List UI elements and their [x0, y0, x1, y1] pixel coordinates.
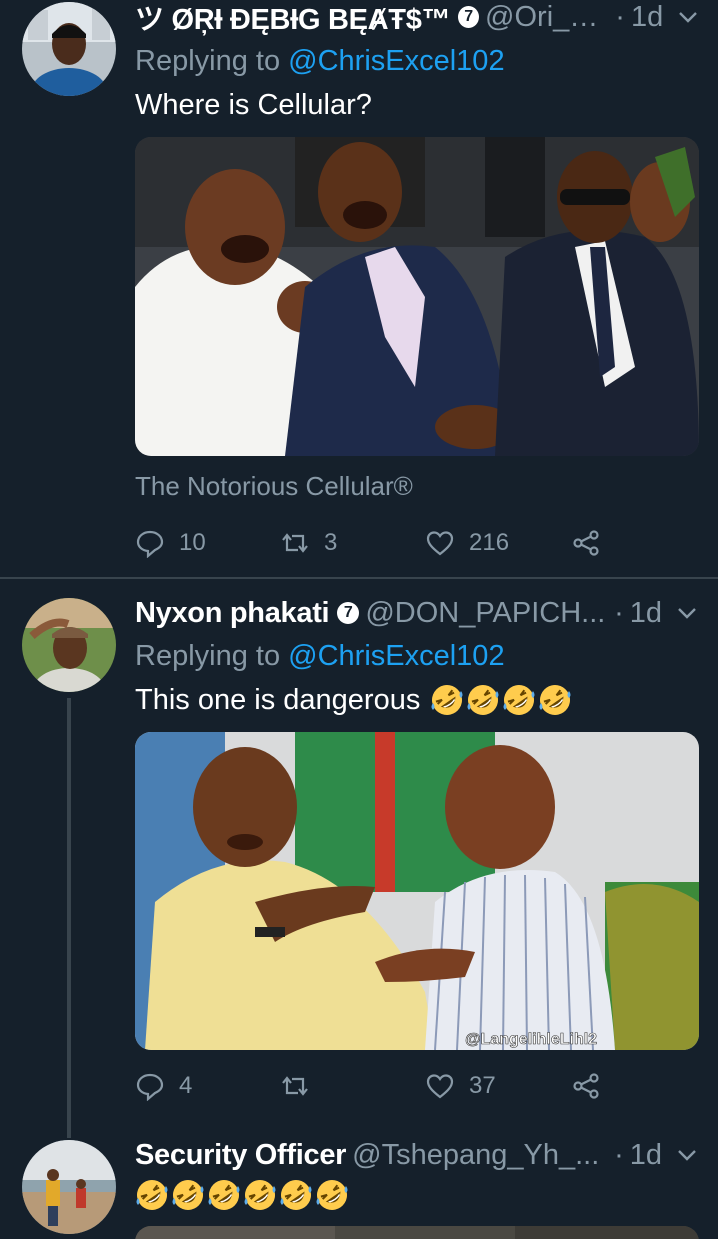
timestamp[interactable]: 1d	[630, 597, 662, 630]
chevron-down-icon[interactable]	[677, 6, 698, 28]
reply-mention-link[interactable]: @ChrisExcel102	[288, 45, 504, 77]
like-button[interactable]: 216	[425, 526, 509, 560]
chevron-down-icon[interactable]	[676, 1144, 698, 1166]
tweet-image[interactable]	[135, 137, 699, 456]
tweet-actions: 4 37	[135, 1069, 605, 1103]
separator-dot: ·	[614, 596, 624, 629]
reply-mention-link[interactable]: @ChrisExcel102	[288, 640, 504, 672]
emoji-row	[135, 1178, 351, 1212]
rofl-emoji-icon	[208, 1180, 240, 1210]
emoji-row	[430, 683, 574, 717]
tweet-text-body: This one is dangerous	[135, 683, 421, 716]
rofl-emoji-icon	[280, 1180, 312, 1210]
rofl-emoji-icon	[172, 1180, 204, 1210]
replying-to: Replying to @ChrisExcel102	[135, 45, 505, 78]
comment-bubble-icon	[136, 530, 164, 558]
reply-count: 10	[179, 529, 206, 556]
comment-bubble-icon	[136, 1073, 164, 1101]
like-count: 37	[469, 1072, 496, 1099]
verified-badge: 7	[458, 6, 480, 28]
like-count: 216	[469, 529, 510, 556]
share-button[interactable]	[571, 526, 615, 560]
user-handle[interactable]: @DON_PAPICH...	[365, 597, 606, 630]
tweet-image[interactable]: @LangelihleLihl2	[135, 732, 699, 1050]
timestamp[interactable]: 1d	[630, 1139, 662, 1172]
card-caption[interactable]: The Notorious Cellular®	[135, 471, 413, 502]
replying-to-label: Replying to	[135, 640, 289, 672]
chevron-down-icon[interactable]	[676, 602, 698, 624]
rofl-emoji-icon	[503, 685, 535, 715]
separator-dot: ·	[614, 1138, 624, 1171]
separator-dot: ·	[615, 0, 625, 33]
tweet-actions: 10 3 216	[135, 526, 605, 560]
share-nodes-icon	[573, 530, 599, 556]
tweet-text: This one is dangerous	[135, 683, 574, 717]
retweet-button[interactable]: 3	[280, 526, 337, 560]
verified-badge: 7	[337, 602, 360, 624]
rofl-emoji-icon	[316, 1180, 348, 1210]
heart-outline-icon	[426, 1074, 454, 1099]
rofl-emoji-icon	[244, 1180, 276, 1210]
retweet-arrows-icon	[282, 1076, 308, 1096]
tweet-security-officer[interactable]: Security Officer @Tshepang_Yh_... · 1d	[0, 1138, 718, 1239]
avatar[interactable]	[22, 1140, 116, 1234]
rofl-emoji-icon	[136, 1180, 168, 1210]
share-nodes-icon	[573, 1073, 599, 1099]
avatar[interactable]	[22, 598, 116, 692]
retweet-arrows-icon	[282, 533, 308, 553]
timestamp[interactable]: 1d	[631, 1, 663, 34]
rofl-emoji-icon	[431, 685, 463, 715]
replying-to: Replying to @ChrisExcel102	[135, 640, 505, 673]
replying-to-label: Replying to	[135, 45, 289, 77]
tweet-text	[135, 1178, 351, 1212]
share-button[interactable]	[571, 1069, 615, 1103]
tweet-image[interactable]	[135, 1226, 699, 1239]
display-name[interactable]: Nyxon phakati	[135, 597, 330, 630]
retweet-count: 3	[324, 529, 338, 556]
display-name[interactable]: Security Officer	[135, 1139, 346, 1172]
reply-button[interactable]: 10	[135, 526, 206, 560]
reply-button[interactable]: 4	[135, 1069, 192, 1103]
tweet-ori-debig-beats[interactable]: ツ ØŖƗ ĐĘBƗG BĘȺŦ$™ 7 @Ori_D... · 1d Repl…	[0, 0, 718, 577]
like-button[interactable]: 37	[425, 1069, 496, 1103]
heart-outline-icon	[426, 531, 454, 556]
rofl-emoji-icon	[467, 685, 499, 715]
user-handle[interactable]: @Tshepang_Yh_...	[352, 1139, 606, 1172]
user-handle[interactable]: @Ori_D...	[485, 1, 607, 34]
tweet-text: Where is Cellular?	[135, 89, 372, 121]
rofl-emoji-icon	[539, 685, 571, 715]
avatar[interactable]	[22, 2, 116, 96]
image-watermark: @LangelihleLihl2	[465, 1031, 597, 1048]
retweet-button[interactable]	[280, 1069, 324, 1103]
display-name[interactable]: ツ ØŖƗ ĐĘBƗG BĘȺŦ$™	[135, 0, 451, 38]
tweet-nyxon-phakati[interactable]: Nyxon phakati 7 @DON_PAPICH... · 1d Repl…	[0, 579, 718, 1119]
reply-count: 4	[179, 1072, 193, 1099]
